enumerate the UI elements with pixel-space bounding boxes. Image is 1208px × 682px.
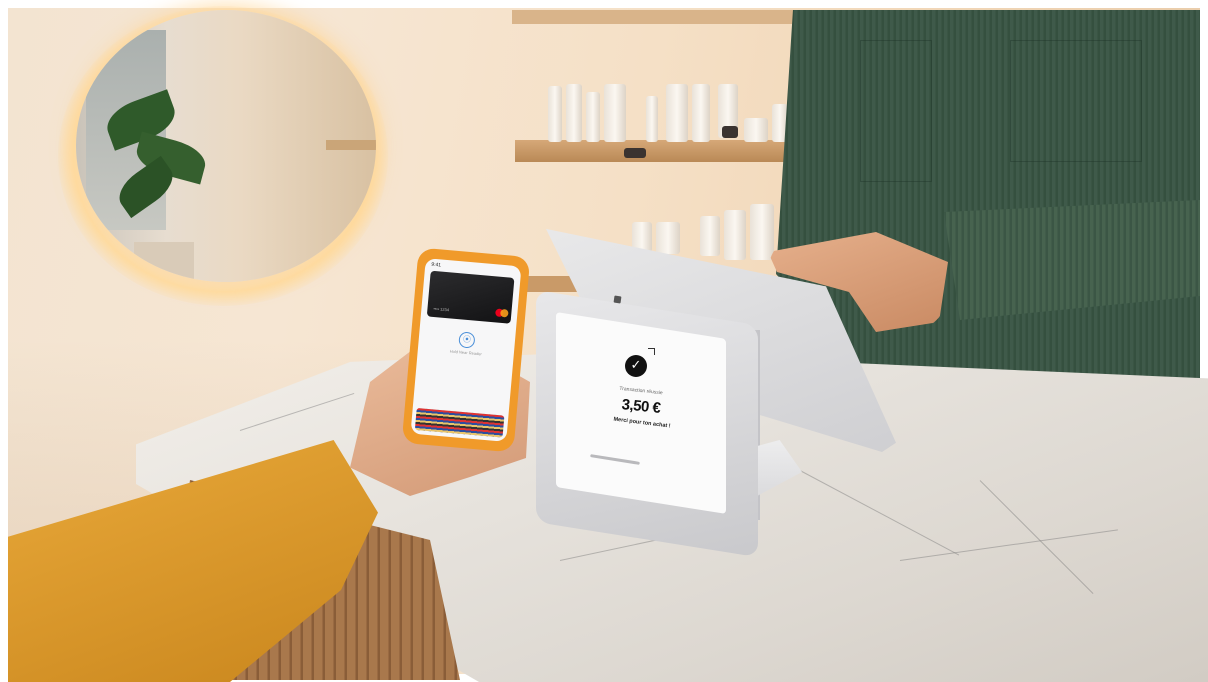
product-bottle <box>586 92 600 142</box>
product-cap <box>722 126 738 138</box>
checkmark-icon: ✓ <box>625 355 647 377</box>
shirt-pocket <box>1010 40 1142 162</box>
wallet-card: •••• 1234 <box>426 270 515 324</box>
product-bottle <box>666 84 688 142</box>
product-bottle <box>646 96 658 142</box>
sparkle-icon <box>648 348 655 355</box>
mastercard-logo-overlap <box>500 308 509 318</box>
pos-logo-icon <box>613 295 622 304</box>
wallet-card-stack <box>414 407 505 438</box>
product-bottle <box>656 222 680 254</box>
contactless-icon: ⦿ <box>458 331 476 349</box>
round-mirror <box>76 10 376 282</box>
product-jar <box>744 118 768 142</box>
plant-pot <box>134 242 194 282</box>
product-bottle <box>724 210 746 260</box>
phone-status-time: 9:41 <box>431 261 442 269</box>
photo-scene: ✓ Transaction réussie 3,50 € Merci pour … <box>0 0 1208 682</box>
product-bottle <box>566 84 582 142</box>
reflected-shelf <box>326 140 376 150</box>
product-bottle <box>750 204 774 260</box>
product-bottle <box>548 86 562 142</box>
product-bottle <box>700 216 720 256</box>
phone-screen: 9:41 •••• 1234 ⦿ Hold Near Reader <box>410 258 522 442</box>
hold-near-reader-text: Hold Near Reader <box>449 348 483 357</box>
top-shelf <box>512 10 837 24</box>
product-bottle <box>692 84 710 142</box>
price-tag <box>624 148 646 158</box>
product-shelf <box>515 140 793 162</box>
product-bottle <box>604 84 626 142</box>
shirt-pocket <box>860 40 932 182</box>
card-number: •••• 1234 <box>433 306 450 313</box>
